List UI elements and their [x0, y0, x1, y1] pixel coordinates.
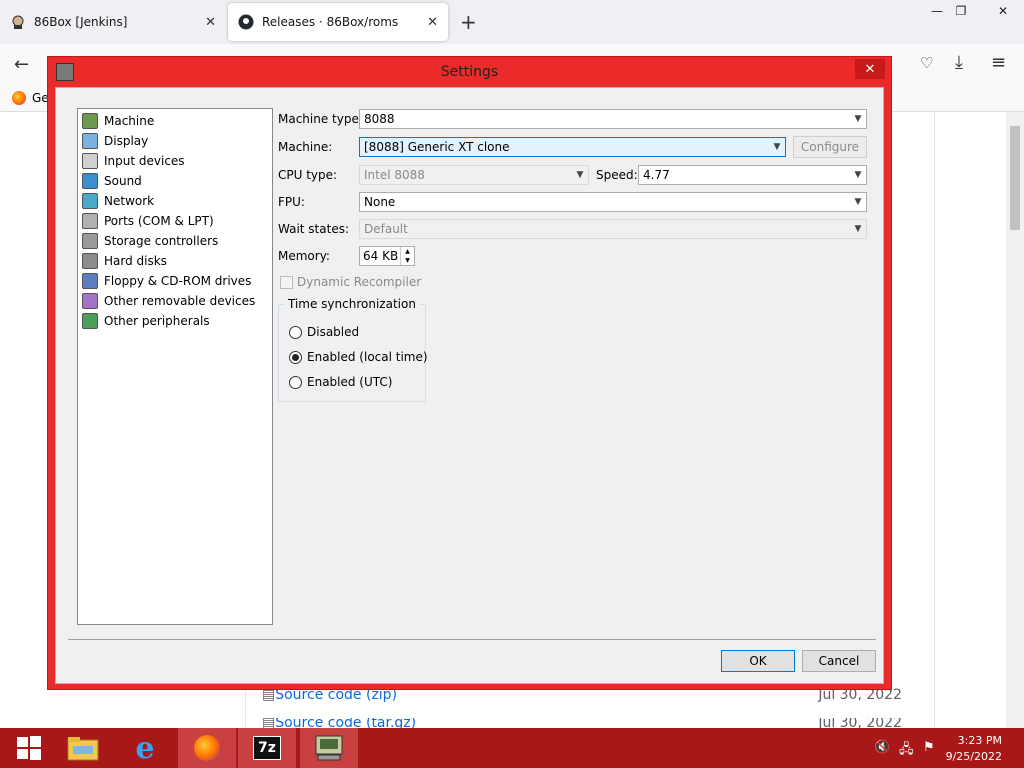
time-sync-local-radio[interactable]: [289, 351, 302, 364]
storage-controllers-icon: [82, 233, 98, 249]
clock[interactable]: 3:23 PM 9/25/2022: [944, 734, 1002, 763]
floppy-icon: [82, 273, 98, 289]
action-center-flag-icon[interactable]: ⚑: [923, 740, 935, 755]
dynamic-recompiler-label: Dynamic Recompiler: [297, 275, 422, 289]
category-sound[interactable]: Sound: [82, 171, 142, 191]
chevron-down-icon: ▼: [854, 114, 862, 124]
browser-tab-jenkins[interactable]: 86Box [Jenkins] ✕: [0, 3, 226, 41]
back-arrow-icon[interactable]: ←: [14, 54, 29, 75]
machine-select[interactable]: [8088] Generic XT clone ▼: [359, 137, 786, 157]
machine-type-select[interactable]: 8088 ▼: [359, 109, 867, 129]
display-icon: [82, 133, 98, 149]
category-list: Machine Display Input devices Sound Netw…: [77, 108, 273, 625]
asset-link[interactable]: ▤Source code (tar.gz): [262, 718, 818, 728]
clock-time: 3:23 PM: [957, 734, 1002, 747]
input-devices-icon: [82, 153, 98, 169]
bookmark-item[interactable]: Ge: [12, 91, 49, 105]
time-sync-utc-radio[interactable]: [289, 376, 302, 389]
taskbar: e 7z 🔇 🖧 ⚑ 3:23 PM 9/25/2022: [0, 728, 1024, 768]
time-sync-disabled-radio[interactable]: [289, 326, 302, 339]
close-tab-icon[interactable]: ✕: [427, 15, 438, 30]
asset-row[interactable]: ▤Source code (tar.gz) Jul 30, 2022: [262, 718, 902, 728]
new-tab-button[interactable]: +: [460, 10, 477, 34]
category-other-removable[interactable]: Other removable devices: [82, 291, 255, 311]
machine-type-label: Machine type:: [278, 112, 363, 126]
settings-dialog: Settings ✕ Machine Display Input devices…: [47, 56, 892, 690]
browser-tab-bar: 86Box [Jenkins] ✕ Releases · 86Box/roms …: [0, 0, 1024, 44]
firefox-icon[interactable]: [178, 728, 236, 768]
dialog-close-button[interactable]: ✕: [855, 59, 885, 79]
chevron-down-icon: ▼: [854, 170, 862, 180]
internet-explorer-icon[interactable]: e: [116, 728, 174, 768]
hard-disk-icon: [82, 253, 98, 269]
time-sync-option-label: Disabled: [307, 325, 360, 339]
memory-spinbox[interactable]: 64 KB ▲ ▼: [359, 246, 415, 266]
ok-button[interactable]: OK: [721, 650, 795, 672]
chevron-down-icon: ▼: [854, 197, 862, 207]
clock-date: 9/25/2022: [945, 750, 1002, 763]
time-sync-label: Time synchronization: [285, 297, 419, 311]
browser-tab-label: Releases · 86Box/roms: [262, 15, 399, 29]
scrollbar-thumb[interactable]: [1010, 126, 1020, 230]
network-icon: [82, 193, 98, 209]
category-ports[interactable]: Ports (COM & LPT): [82, 211, 214, 231]
chevron-down-icon: ▼: [854, 224, 862, 234]
menu-icon[interactable]: ≡: [991, 52, 1006, 73]
7zip-icon[interactable]: 7z: [238, 728, 296, 768]
machine-label: Machine:: [278, 140, 333, 154]
dialog-title-bar[interactable]: Settings ✕: [48, 57, 891, 87]
configure-button[interactable]: Configure: [793, 136, 867, 158]
fpu-select[interactable]: None ▼: [359, 192, 867, 212]
spin-arrows-icon[interactable]: ▲ ▼: [400, 247, 414, 265]
ports-icon: [82, 213, 98, 229]
pocket-icon[interactable]: ♡: [920, 54, 933, 72]
category-display[interactable]: Display: [82, 131, 148, 151]
cancel-button[interactable]: Cancel: [802, 650, 876, 672]
category-storage-controllers[interactable]: Storage controllers: [82, 231, 218, 251]
windows-start-icon[interactable]: [0, 728, 58, 768]
time-sync-option-label: Enabled (UTC): [307, 375, 393, 389]
wait-states-select[interactable]: Default ▼: [359, 219, 867, 239]
category-other-peripherals[interactable]: Other peripherals: [82, 311, 210, 331]
speed-select[interactable]: 4.77 ▼: [638, 165, 867, 185]
wait-states-label: Wait states:: [278, 222, 349, 236]
dialog-title: Settings: [440, 64, 499, 80]
category-floppy-cdrom[interactable]: Floppy & CD-ROM drives: [82, 271, 251, 291]
close-tab-icon[interactable]: ✕: [205, 15, 216, 30]
cpu-type-label: CPU type:: [278, 168, 338, 182]
fpu-label: FPU:: [278, 195, 305, 209]
category-input-devices[interactable]: Input devices: [82, 151, 185, 171]
memory-label: Memory:: [278, 249, 330, 263]
dialog-separator: [68, 639, 876, 640]
removable-devices-icon: [82, 293, 98, 309]
sound-icon: [82, 173, 98, 189]
browser-tab-releases[interactable]: Releases · 86Box/roms ✕: [228, 3, 448, 41]
category-network[interactable]: Network: [82, 191, 154, 211]
maximize-icon[interactable]: ❐: [944, 0, 978, 22]
time-sync-option-label: Enabled (local time): [307, 350, 428, 364]
firefox-icon: [12, 91, 26, 105]
machine-icon: [82, 113, 98, 129]
browser-tab-label: 86Box [Jenkins]: [34, 15, 128, 29]
dynamic-recompiler-checkbox[interactable]: [280, 276, 293, 289]
download-icon[interactable]: ⤓: [955, 52, 963, 73]
86box-icon: [56, 63, 74, 81]
jenkins-icon: [10, 14, 26, 30]
86box-icon[interactable]: [300, 728, 358, 768]
peripherals-icon: [82, 313, 98, 329]
close-window-icon[interactable]: ✕: [986, 0, 1020, 22]
asset-date: Jul 30, 2022: [818, 718, 902, 728]
file-explorer-icon[interactable]: [54, 728, 112, 768]
chevron-down-icon: ▼: [576, 170, 584, 180]
category-hard-disks[interactable]: Hard disks: [82, 251, 167, 271]
category-machine[interactable]: Machine: [82, 111, 154, 131]
cpu-type-select[interactable]: Intel 8088 ▼: [359, 165, 589, 185]
github-icon: [238, 14, 254, 30]
speed-label: Speed:: [596, 168, 638, 182]
network-icon[interactable]: 🖧: [899, 740, 914, 762]
chevron-down-icon: ▼: [773, 142, 781, 152]
dialog-client-area: Machine Display Input devices Sound Netw…: [55, 87, 884, 684]
volume-muted-icon[interactable]: 🔇: [874, 740, 890, 755]
